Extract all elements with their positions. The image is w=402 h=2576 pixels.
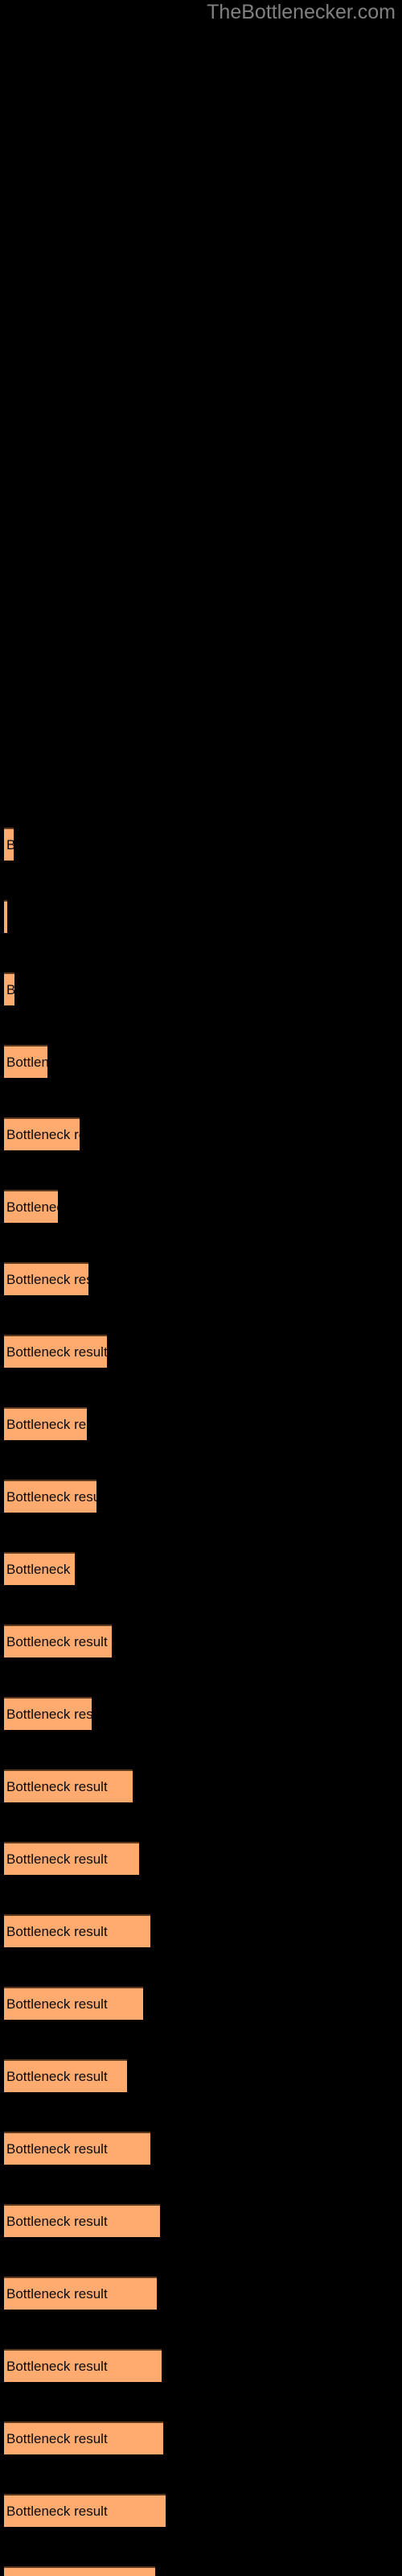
chart-canvas: TheBottlenecker.com Bottleneck resultBot… [0, 0, 402, 2576]
bar: Bottleneck result [4, 2204, 160, 2237]
bar-value-label: Bottleneck result [6, 837, 14, 853]
bar: Bottleneck result [4, 900, 7, 933]
bar-value-label: Bottleneck result [6, 1851, 108, 1867]
bar: Bottleneck result [4, 2277, 157, 2310]
bar-value-label: Bottleneck result [6, 1416, 87, 1432]
bar-value-label: Bottleneck result [6, 2213, 108, 2229]
bar: Bottleneck result [4, 1769, 133, 1802]
bar-value-label: Bottleneck result [6, 1778, 108, 1794]
bar: Bottleneck result [4, 1552, 75, 1585]
bar-value-label: Bottleneck result [6, 2140, 108, 2157]
bar: Bottleneck result [4, 1842, 139, 1875]
bar: Bottleneck result [4, 2349, 162, 2382]
bar: Bottleneck result [4, 828, 14, 861]
bar: Bottleneck result [4, 1697, 92, 1730]
bar-value-label: Bottleneck result [6, 1996, 108, 2012]
bar-value-label: Bottleneck result [6, 1344, 107, 1360]
bar: Bottleneck result [4, 1407, 87, 1440]
bar: Bottleneck result [4, 1045, 47, 1078]
bar-value-label: Bottleneck result [6, 1633, 108, 1649]
bar-value-label: Bottleneck result [6, 982, 14, 998]
bar-value-label: Bottleneck result [6, 2285, 108, 2301]
bar-value-label: Bottleneck result [6, 1923, 108, 1939]
bar: Bottleneck result [4, 2566, 155, 2576]
bar: Bottleneck result [4, 972, 14, 1005]
bar: Bottleneck result [4, 1190, 58, 1223]
bar-value-label: Bottleneck result [6, 1126, 80, 1142]
bar-value-label: Bottleneck result [6, 1054, 47, 1070]
bar-value-label: Bottleneck result [6, 1199, 58, 1215]
bar: Bottleneck result [4, 2059, 127, 2092]
bar: Bottleneck result [4, 1914, 150, 1947]
bar-value-label: Bottleneck result [6, 1271, 88, 1287]
bar-value-label: Bottleneck result [6, 2358, 108, 2374]
bar-value-label: Bottleneck result [6, 2430, 108, 2446]
bar: Bottleneck result [4, 1987, 143, 2020]
bar-value-label: Bottleneck result [6, 910, 7, 926]
bar-value-label: Bottleneck result [6, 2068, 108, 2084]
bar: Bottleneck result [4, 1480, 96, 1513]
bar-value-label: Bottleneck result [6, 1706, 92, 1722]
bar: Bottleneck result [4, 1335, 107, 1368]
bar-value-label: Bottleneck result [6, 1561, 75, 1577]
bar-chart-plot-area: Bottleneck result Bottleneck result Bottle… [0, 0, 402, 2576]
bar: Bottleneck result [4, 1624, 112, 1657]
bar: Bottleneck result [4, 1117, 80, 1150]
bar-value-label: Bottleneck result [6, 1488, 96, 1505]
bar: Bottleneck result [4, 2494, 166, 2527]
bar: Bottleneck result [4, 1262, 88, 1295]
bar: Bottleneck result [4, 2132, 150, 2165]
bar: Bottleneck result [4, 2421, 163, 2454]
bar-value-label: Bottleneck result [6, 2503, 108, 2519]
